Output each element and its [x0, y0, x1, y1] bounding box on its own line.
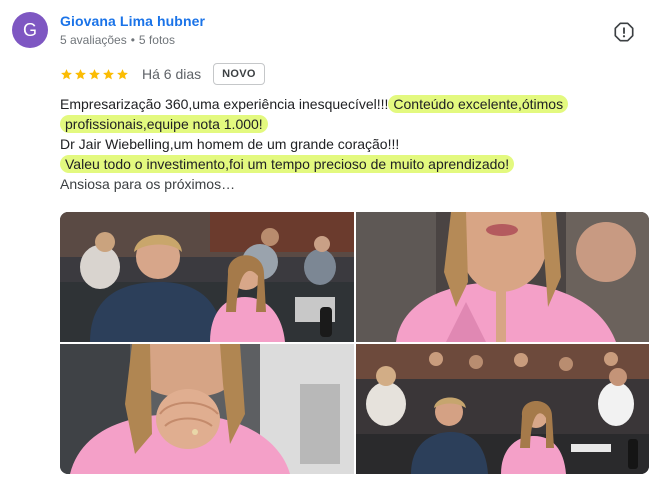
- review-line-5: Ansiosa para os próximos…: [60, 174, 620, 194]
- highlighted-text: Valeu todo o investimento,foi um tempo p…: [60, 155, 515, 173]
- rating-row: Há 6 dias NOVO: [60, 62, 265, 86]
- avatar[interactable]: G: [12, 12, 48, 48]
- meta-separator: •: [130, 33, 135, 47]
- star-rating: [60, 68, 129, 81]
- review-line-3: Dr Jair Wiebelling,um homem de um grande…: [60, 134, 620, 154]
- review-truncated-text[interactable]: Ansiosa para os próximos…: [60, 176, 235, 192]
- star-icon: [61, 68, 72, 79]
- review-photo-4[interactable]: [356, 344, 649, 474]
- review-line-1: Empresarização 360,uma experiência inesq…: [60, 94, 620, 114]
- star-icon: [89, 68, 100, 79]
- review-text-plain: Empresarização 360,uma experiência inesq…: [60, 96, 389, 112]
- review-photo-2[interactable]: [356, 212, 649, 342]
- avatar-initial: G: [22, 19, 37, 40]
- reviewer-meta: 5 avaliações • 5 fotos: [60, 33, 175, 47]
- review-photo-1[interactable]: [60, 212, 354, 342]
- star-icon: [117, 68, 128, 79]
- highlighted-text: profissionais,equipe nota 1.000!: [60, 115, 268, 133]
- review-photo-3[interactable]: [60, 344, 354, 474]
- new-badge: NOVO: [213, 63, 265, 85]
- star-icon: [103, 68, 114, 79]
- photos-count: 5 fotos: [138, 33, 175, 47]
- review-line-4: Valeu todo o investimento,foi um tempo p…: [60, 154, 620, 174]
- review-line-2: profissionais,equipe nota 1.000!: [60, 114, 620, 134]
- report-icon[interactable]: [613, 21, 635, 43]
- reviews-count: 5 avaliações: [60, 33, 127, 47]
- photo-grid: [60, 212, 649, 474]
- reviewer-name[interactable]: Giovana Lima hubner: [60, 13, 205, 29]
- review-text-plain: Dr Jair Wiebelling,um homem de um grande…: [60, 136, 400, 152]
- highlighted-text: Conteúdo excelente,ótimos: [388, 95, 569, 113]
- star-icon: [75, 68, 86, 79]
- review-text: Empresarização 360,uma experiência inesq…: [60, 94, 620, 194]
- review-time: Há 6 dias: [142, 66, 202, 82]
